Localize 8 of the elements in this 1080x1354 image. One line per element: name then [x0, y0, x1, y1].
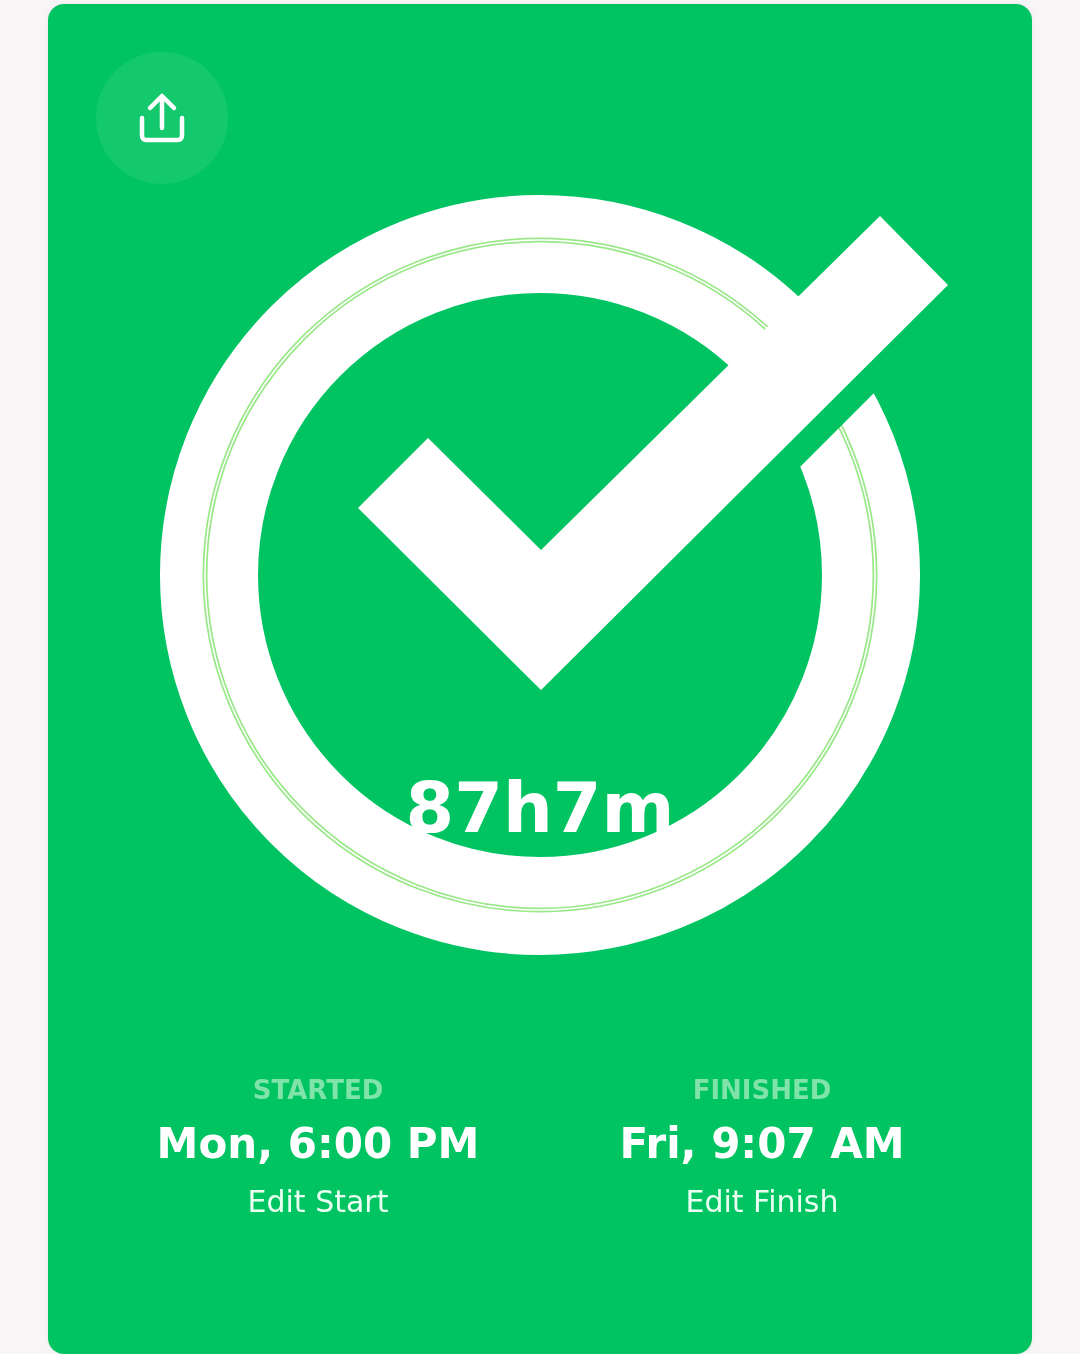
stat-label: FINISHED — [692, 1074, 832, 1106]
share-icon — [138, 92, 186, 144]
stat-time: Mon, 6:00 PM — [156, 1118, 480, 1170]
duration: 87h7m — [405, 768, 675, 848]
stat-label: STARTED — [252, 1074, 384, 1106]
stat-time: Fri, 9:07 AM — [619, 1118, 905, 1170]
edit-link[interactable]: Edit Start — [247, 1182, 389, 1222]
edit-link[interactable]: Edit Finish — [685, 1182, 839, 1222]
